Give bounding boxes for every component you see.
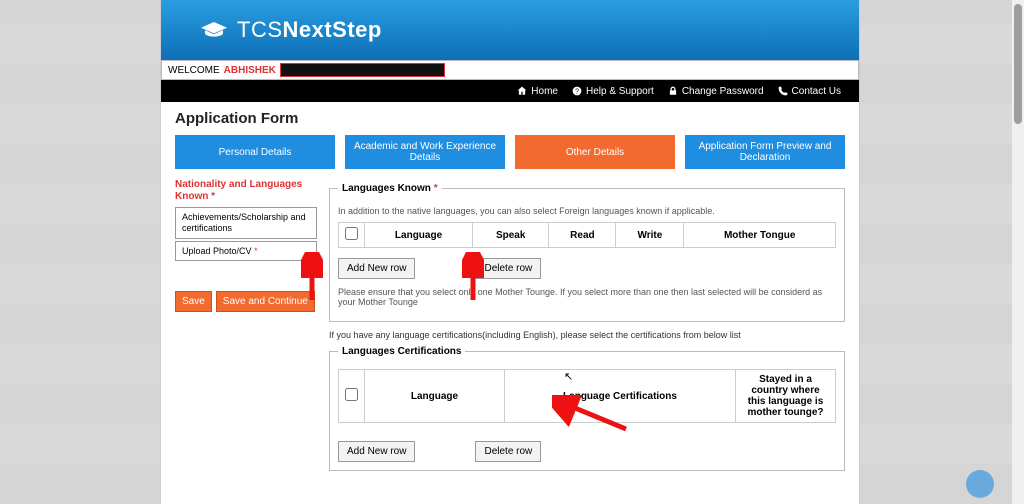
- tab-personal-details[interactable]: Personal Details: [175, 135, 335, 169]
- language-certifications-table: Language Language Certifications Stayed …: [338, 369, 836, 423]
- nav-home[interactable]: Home: [517, 86, 558, 97]
- nav-contact[interactable]: Contact Us: [778, 86, 841, 97]
- languages-add-row-button[interactable]: Add New row: [338, 258, 415, 279]
- phone-icon: [778, 86, 788, 96]
- tab-other-details[interactable]: Other Details: [515, 135, 675, 169]
- col-mother-tongue: Mother Tongue: [684, 223, 836, 248]
- certifications-intro: If you have any language certifications(…: [329, 330, 845, 340]
- col-read: Read: [549, 223, 616, 248]
- certifications-select-all-checkbox[interactable]: [345, 388, 358, 401]
- nav-help[interactable]: ? Help & Support: [572, 86, 654, 97]
- col-speak: Speak: [473, 223, 549, 248]
- mother-tongue-note: Please ensure that you select only one M…: [338, 287, 836, 307]
- languages-known-table: Language Speak Read Write Mother Tongue: [338, 222, 836, 248]
- save-button[interactable]: Save: [175, 291, 212, 312]
- languages-known-helper: In addition to the native languages, you…: [338, 206, 836, 216]
- sidebar-item-nationality-languages[interactable]: Nationality and Languages Known *: [175, 179, 317, 203]
- languages-select-all-checkbox[interactable]: [345, 227, 358, 240]
- language-certifications-legend: Languages Certifications: [338, 346, 465, 357]
- tab-bar: Personal Details Academic and Work Exper…: [175, 135, 845, 169]
- sidebar-item-upload-photo-cv[interactable]: Upload Photo/CV *: [175, 241, 317, 262]
- languages-delete-row-button[interactable]: Delete row: [475, 258, 541, 279]
- languages-known-legend: Languages Known *: [338, 183, 442, 194]
- page-title: Application Form: [175, 110, 845, 127]
- redacted-name: [280, 63, 445, 77]
- home-icon: [517, 86, 527, 96]
- svg-text:?: ?: [575, 89, 579, 96]
- welcome-bar: WELCOME ABHISHEK: [161, 60, 859, 80]
- graduation-cap-icon: [201, 21, 227, 39]
- tab-preview-declaration[interactable]: Application Form Preview and Declaration: [685, 135, 845, 169]
- sub-nav-sidebar: Nationality and Languages Known * Achiev…: [175, 179, 317, 479]
- page-scrollbar[interactable]: [1012, 0, 1024, 504]
- help-icon: ?: [572, 86, 582, 96]
- languages-known-box: Languages Known * In addition to the nat…: [329, 183, 845, 322]
- brand-title: TCSNextStep: [237, 17, 382, 43]
- brand-header: TCSNextStep: [161, 0, 859, 60]
- save-continue-button[interactable]: Save and Continue: [216, 291, 315, 312]
- col-cert-language: Language: [365, 370, 505, 423]
- col-cert-name: Language Certifications: [505, 370, 736, 423]
- col-write: Write: [616, 223, 684, 248]
- top-nav: Home ? Help & Support Change Password Co…: [161, 80, 859, 102]
- lock-icon: [668, 86, 678, 96]
- tab-academic-work[interactable]: Academic and Work Experience Details: [345, 135, 505, 169]
- col-language: Language: [365, 223, 473, 248]
- main-form-panel: Languages Known * In addition to the nat…: [329, 179, 845, 479]
- language-certifications-box: Languages Certifications Language Langua…: [329, 346, 845, 471]
- sidebar-item-achievements[interactable]: Achievements/Scholarship and certificati…: [175, 207, 317, 239]
- certifications-delete-row-button[interactable]: Delete row: [475, 441, 541, 462]
- scrollbar-thumb[interactable]: [1014, 4, 1022, 124]
- record-badge-icon: [966, 470, 994, 498]
- certifications-add-row-button[interactable]: Add New row: [338, 441, 415, 462]
- nav-change-password[interactable]: Change Password: [668, 86, 764, 97]
- col-stayed-country: Stayed in a country where this language …: [736, 370, 836, 423]
